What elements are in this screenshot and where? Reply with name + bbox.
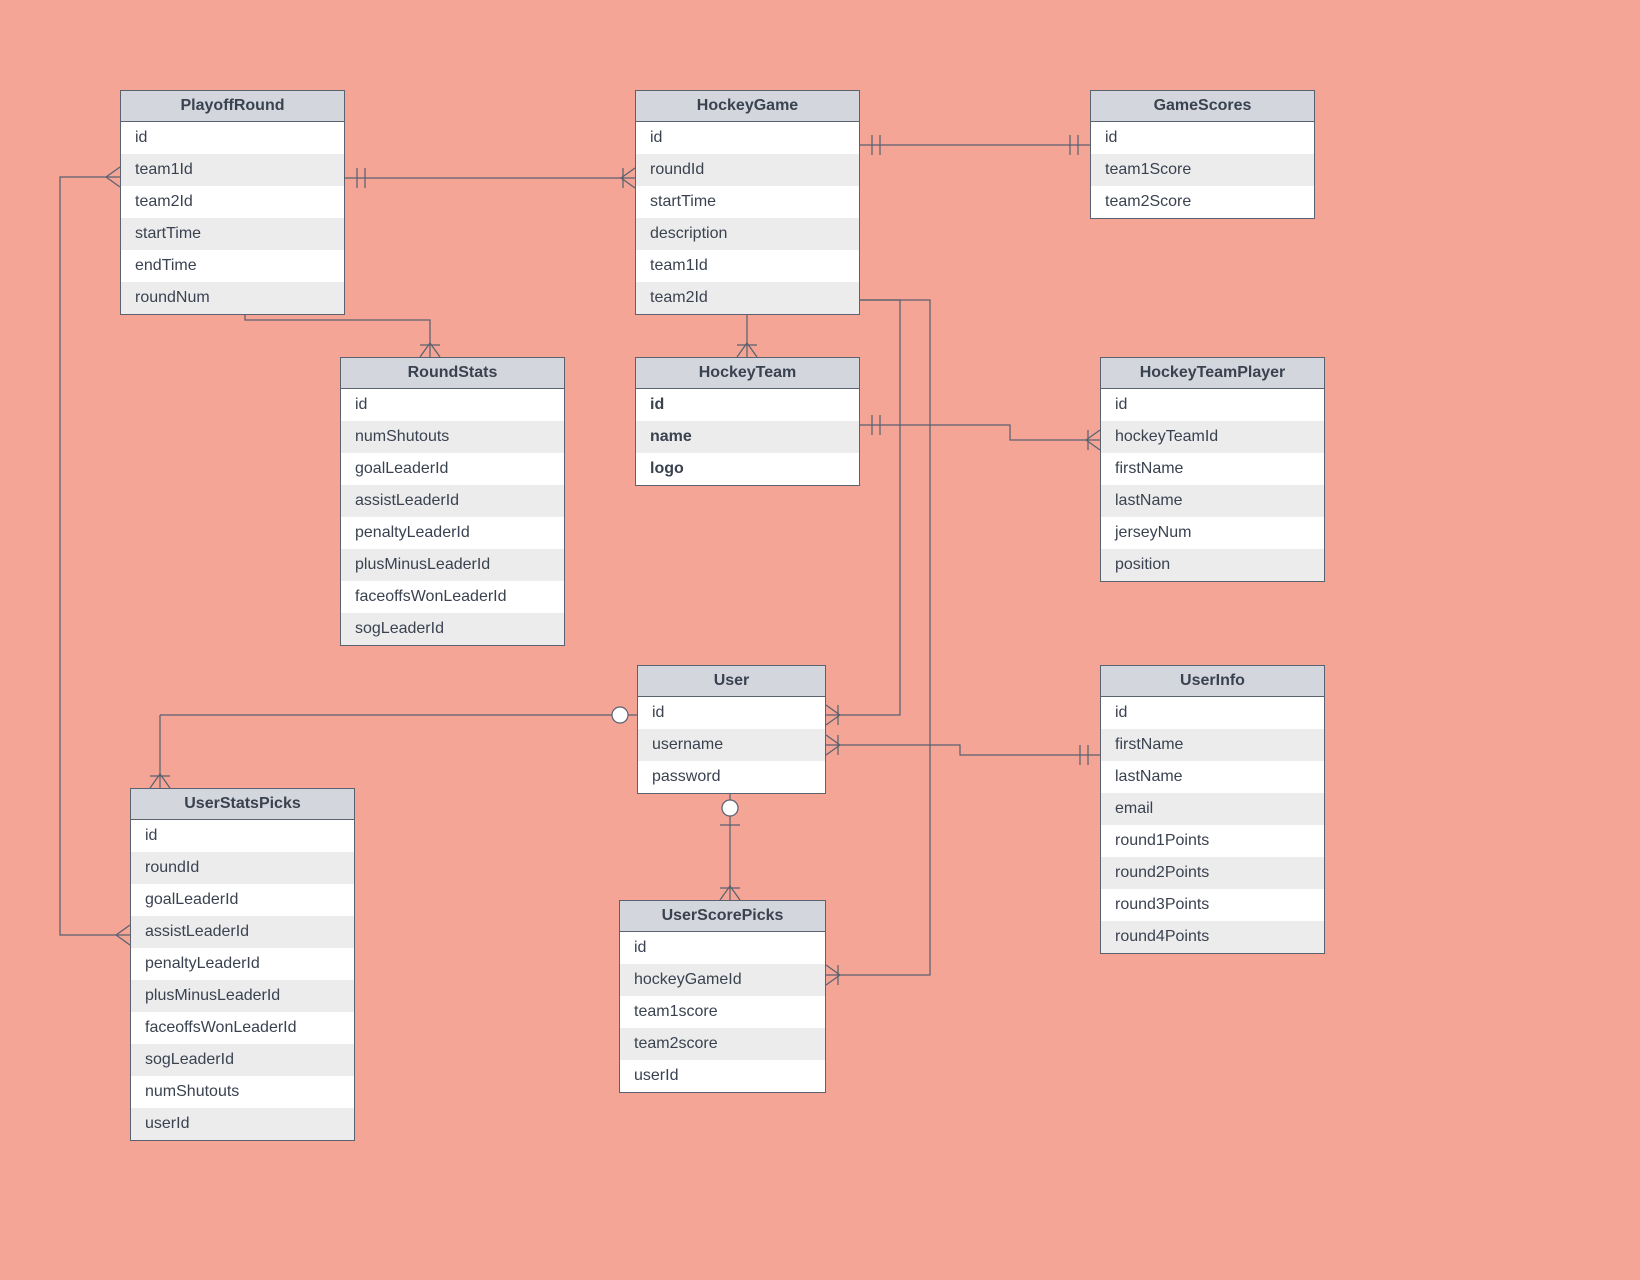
entity-field: goalLeaderId <box>131 884 354 916</box>
entity-field: assistLeaderId <box>131 916 354 948</box>
entity-title: GameScores <box>1091 91 1314 122</box>
entity-field: team2Id <box>121 186 344 218</box>
entity-field: id <box>131 820 354 852</box>
entity-field: round3Points <box>1101 889 1324 921</box>
entity-field: firstName <box>1101 453 1324 485</box>
entity-field: description <box>636 218 859 250</box>
entity-field: id <box>1091 122 1314 154</box>
entity-field: team1Id <box>636 250 859 282</box>
entity-field: team1score <box>620 996 825 1028</box>
entity-field: hockeyGameId <box>620 964 825 996</box>
entity-title: User <box>638 666 825 697</box>
entity-title: PlayoffRound <box>121 91 344 122</box>
entity-title: UserInfo <box>1101 666 1324 697</box>
entity-field: plusMinusLeaderId <box>341 549 564 581</box>
entity-hockey-team-player: HockeyTeamPlayer id hockeyTeamId firstNa… <box>1100 357 1325 582</box>
entity-field: id <box>636 389 859 421</box>
entity-user: User id username password <box>637 665 826 794</box>
entity-field: logo <box>636 453 859 485</box>
entity-field: faceoffsWonLeaderId <box>341 581 564 613</box>
entity-field: id <box>620 932 825 964</box>
entity-field: roundId <box>636 154 859 186</box>
entity-title: UserStatsPicks <box>131 789 354 820</box>
entity-field: team2Score <box>1091 186 1314 218</box>
entity-field: firstName <box>1101 729 1324 761</box>
entity-field: startTime <box>121 218 344 250</box>
entity-user-stats-picks: UserStatsPicks id roundId goalLeaderId a… <box>130 788 355 1141</box>
entity-field: lastName <box>1101 761 1324 793</box>
entity-field: userId <box>620 1060 825 1092</box>
entity-field: faceoffsWonLeaderId <box>131 1012 354 1044</box>
entity-title: HockeyTeamPlayer <box>1101 358 1324 389</box>
entity-field: id <box>1101 389 1324 421</box>
entity-field: goalLeaderId <box>341 453 564 485</box>
entity-field: numShutouts <box>131 1076 354 1108</box>
entity-playoff-round: PlayoffRound id team1Id team2Id startTim… <box>120 90 345 315</box>
entity-field: startTime <box>636 186 859 218</box>
entity-field: id <box>341 389 564 421</box>
entity-round-stats: RoundStats id numShutouts goalLeaderId a… <box>340 357 565 646</box>
entity-field: username <box>638 729 825 761</box>
entity-field: id <box>636 122 859 154</box>
entity-hockey-game: HockeyGame id roundId startTime descript… <box>635 90 860 315</box>
entity-field: round2Points <box>1101 857 1324 889</box>
entity-title: HockeyGame <box>636 91 859 122</box>
entity-title: RoundStats <box>341 358 564 389</box>
entity-field: roundNum <box>121 282 344 314</box>
entity-field: team2score <box>620 1028 825 1060</box>
entity-field: round1Points <box>1101 825 1324 857</box>
entity-field: penaltyLeaderId <box>131 948 354 980</box>
entity-field: lastName <box>1101 485 1324 517</box>
entity-field: plusMinusLeaderId <box>131 980 354 1012</box>
entity-field: jerseyNum <box>1101 517 1324 549</box>
entity-field: name <box>636 421 859 453</box>
entity-user-score-picks: UserScorePicks id hockeyGameId team1scor… <box>619 900 826 1093</box>
entity-field: email <box>1101 793 1324 825</box>
entity-field: endTime <box>121 250 344 282</box>
entity-field: numShutouts <box>341 421 564 453</box>
entity-field: assistLeaderId <box>341 485 564 517</box>
entity-user-info: UserInfo id firstName lastName email rou… <box>1100 665 1325 954</box>
entity-field: id <box>121 122 344 154</box>
entity-field: userId <box>131 1108 354 1140</box>
entity-field: password <box>638 761 825 793</box>
entity-hockey-team: HockeyTeam id name logo <box>635 357 860 486</box>
entity-field: hockeyTeamId <box>1101 421 1324 453</box>
entity-field: sogLeaderId <box>131 1044 354 1076</box>
entity-field: team1Score <box>1091 154 1314 186</box>
entity-game-scores: GameScores id team1Score team2Score <box>1090 90 1315 219</box>
entity-title: UserScorePicks <box>620 901 825 932</box>
entity-field: position <box>1101 549 1324 581</box>
entity-field: id <box>1101 697 1324 729</box>
entity-field: sogLeaderId <box>341 613 564 645</box>
entity-field: penaltyLeaderId <box>341 517 564 549</box>
entity-field: id <box>638 697 825 729</box>
entity-title: HockeyTeam <box>636 358 859 389</box>
entity-field: team1Id <box>121 154 344 186</box>
entity-field: team2Id <box>636 282 859 314</box>
entity-field: roundId <box>131 852 354 884</box>
entity-field: round4Points <box>1101 921 1324 953</box>
